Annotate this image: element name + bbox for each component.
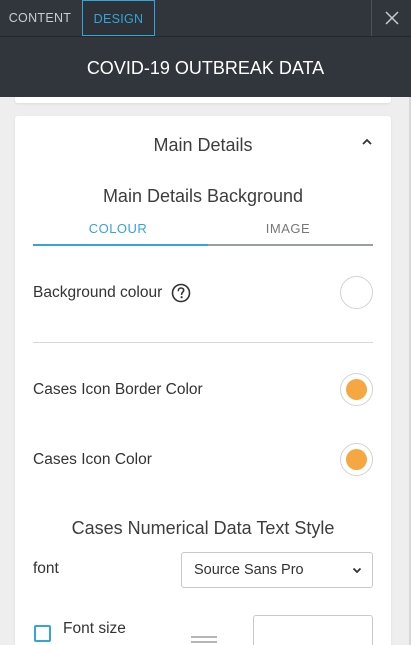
resize-handle[interactable] [191, 636, 217, 643]
background-heading: Main Details Background [102, 186, 304, 206]
close-icon [385, 11, 399, 25]
background-colour-label: Background colour [33, 284, 163, 301]
close-button[interactable] [371, 0, 411, 36]
settings-scroll-area[interactable]: Main Details Main Details Background COL… [0, 97, 411, 645]
font-size-input[interactable] [253, 615, 373, 645]
cases-icon-color-swatch[interactable] [340, 443, 373, 476]
main-details-card: Main Details Main Details Background COL… [15, 116, 391, 645]
cases-icon-border-color-fill [346, 379, 367, 400]
help-icon[interactable] [171, 283, 191, 303]
section-divider [33, 342, 373, 343]
cases-icon-border-color-label: Cases Icon Border Color [33, 381, 203, 398]
cases-icon-border-color-swatch[interactable] [340, 373, 373, 406]
background-colour-swatch[interactable] [340, 276, 373, 309]
font-size-label: Font size [63, 620, 126, 637]
font-select-value: Source Sans Pro [194, 562, 304, 578]
tab-colour[interactable]: COLOUR [33, 218, 203, 244]
main-details-section-toggle[interactable]: Main Details [15, 132, 391, 158]
font-size-checkbox[interactable] [34, 625, 51, 642]
chevron-up-icon[interactable] [361, 138, 373, 146]
section-title: Main Details [153, 135, 253, 155]
tab-content[interactable]: CONTENT [0, 0, 80, 36]
tab-image[interactable]: IMAGE [203, 218, 373, 244]
cases-icon-color-label: Cases Icon Color [33, 451, 152, 468]
active-tab-indicator [33, 244, 208, 246]
font-select[interactable]: Source Sans Pro [181, 552, 373, 588]
page-title: COVID-19 OUTBREAK DATA [0, 37, 411, 97]
font-label: font [33, 560, 59, 577]
chevron-down-icon [352, 567, 362, 574]
editor-tab-strip: CONTENT DESIGN [0, 0, 411, 37]
previous-section-card [15, 97, 391, 103]
background-colour-fill [346, 282, 367, 303]
text-style-heading: Cases Numerical Data Text Style [71, 518, 335, 538]
background-type-tabs: COLOUR IMAGE [33, 218, 373, 246]
tab-design[interactable]: DESIGN [82, 0, 155, 36]
cases-icon-color-fill [346, 449, 367, 470]
